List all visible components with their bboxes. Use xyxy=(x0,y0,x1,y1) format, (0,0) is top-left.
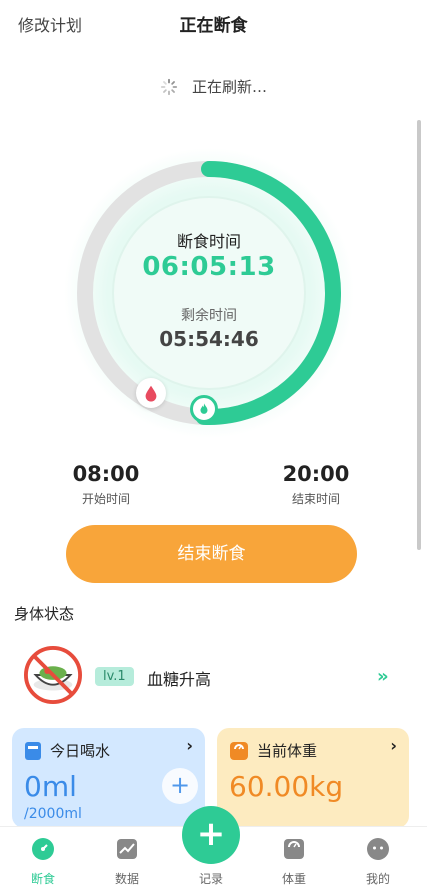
start-time: 08:00 xyxy=(72,462,140,486)
blood-drop-icon xyxy=(136,378,166,408)
chevron-right-icon[interactable]: › xyxy=(186,736,193,755)
weight-card[interactable]: 当前体重 › 60.00kg xyxy=(217,728,409,828)
tab-weight[interactable]: 体重 xyxy=(264,837,324,887)
cup-icon xyxy=(25,741,41,760)
remaining-time: 05:54:46 xyxy=(159,327,259,351)
flame-icon xyxy=(190,395,218,423)
tab-fasting[interactable]: 断食 xyxy=(13,837,73,887)
remaining-label: 剩余时间 xyxy=(181,308,237,324)
no-eating-icon xyxy=(24,646,82,704)
weight-value: 60.00kg xyxy=(229,770,344,803)
tab-data-label: 数据 xyxy=(114,872,139,886)
chevron-right-icon[interactable]: › xyxy=(390,736,397,755)
end-fasting-button[interactable]: 结束断食 xyxy=(66,525,357,583)
scale-icon xyxy=(230,741,248,760)
level-badge: lv.1 xyxy=(95,667,134,686)
loading-spinner-icon xyxy=(160,78,178,95)
scrollbar[interactable] xyxy=(417,120,421,550)
tab-record-label: 记录 xyxy=(198,872,223,886)
tab-weight-label: 体重 xyxy=(281,872,306,886)
water-goal: /2000ml xyxy=(24,806,82,822)
tab-data[interactable]: 数据 xyxy=(97,837,157,887)
profile-face-icon xyxy=(367,838,389,860)
water-card[interactable]: 今日喝水 › 0ml /2000ml + xyxy=(12,728,205,828)
add-record-button[interactable]: + xyxy=(182,806,240,864)
add-water-button[interactable]: + xyxy=(162,768,198,804)
refresh-indicator: 正在刷新… xyxy=(0,76,427,97)
tab-mine-label: 我的 xyxy=(365,872,390,886)
weight-card-title: 当前体重 xyxy=(257,742,318,760)
body-status-row[interactable]: lv.1 血糖升高 » xyxy=(0,640,427,716)
elapsed-time: 06:05:13 xyxy=(142,252,276,282)
water-card-header: 今日喝水 xyxy=(24,740,110,761)
fasting-clock-icon xyxy=(32,838,54,860)
page-title: 正在断食 xyxy=(179,16,248,36)
weight-card-header: 当前体重 xyxy=(229,740,317,761)
water-value: 0ml xyxy=(24,770,77,803)
end-time-block: 20:00 结束时间 xyxy=(261,462,371,507)
tab-fasting-label: 断食 xyxy=(30,872,55,886)
scale-icon xyxy=(284,839,304,859)
top-bar: 修改计划 正在断食 xyxy=(0,0,427,48)
start-time-label: 开始时间 xyxy=(81,492,130,506)
refresh-text: 正在刷新… xyxy=(191,78,267,96)
double-chevron-right-icon[interactable]: » xyxy=(377,666,389,687)
body-status-title: 身体状态 xyxy=(14,605,75,623)
end-time-label: 结束时间 xyxy=(291,492,340,506)
chart-icon xyxy=(117,839,137,859)
tab-mine[interactable]: 我的 xyxy=(348,837,408,887)
fasting-progress-ring xyxy=(64,148,354,438)
water-card-title: 今日喝水 xyxy=(50,742,111,760)
elapsed-label: 断食时间 xyxy=(176,232,241,251)
body-status-text: 血糖升高 xyxy=(147,670,212,689)
start-time-block: 08:00 开始时间 xyxy=(51,462,161,507)
end-time: 20:00 xyxy=(282,462,350,486)
